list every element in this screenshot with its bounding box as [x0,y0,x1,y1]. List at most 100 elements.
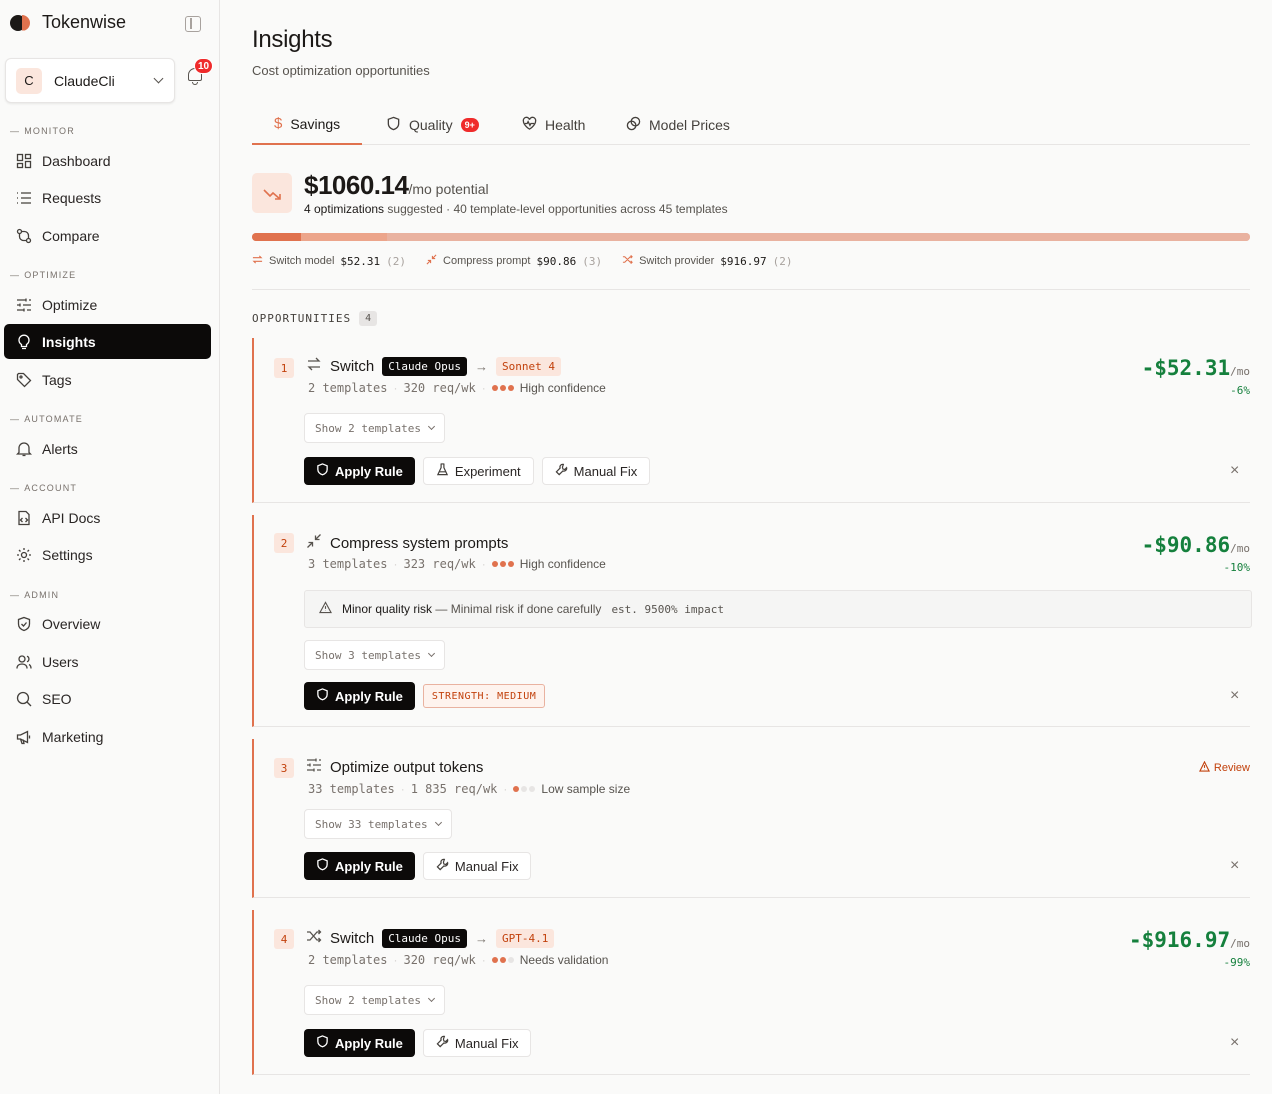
sidebar-item-settings[interactable]: Settings [4,537,211,572]
opportunity-title: Compress system prompts [306,533,508,553]
dismiss-icon[interactable]: × [1230,858,1242,874]
sidebar-item-marketing[interactable]: Marketing [4,719,211,754]
show-templates-label: Show 2 templates [315,421,421,435]
breakdown-amount: $916.97 [720,254,767,268]
savings-bar-segment [301,233,387,241]
dismiss-icon[interactable]: × [1230,1035,1242,1051]
nav-section-optimize: OPTIMIZE [10,270,76,280]
savings-amount: -$916.97/mo -99% [1129,928,1250,969]
show-templates-button[interactable]: Show 2 templates [304,985,445,1015]
manual-fix-button[interactable]: Manual Fix [541,457,651,485]
chevron-down-icon [427,422,436,430]
warning-icon [318,601,333,617]
account-avatar: C [16,67,42,94]
button-label: Apply Rule [335,1035,403,1051]
account-name: ClaudeCli [54,72,115,89]
sidebar-item-overview[interactable]: Overview [4,606,211,641]
savings-amount: $1060.14 [304,170,409,200]
requests-per-week: 1 835 req/wk [410,782,498,796]
sidebar-item-requests[interactable]: Requests [4,180,211,215]
show-templates-label: Show 33 templates [315,817,428,831]
apply-rule-button[interactable]: Apply Rule [304,852,415,880]
show-templates-button[interactable]: Show 2 templates [304,413,445,443]
breakdown-label: Switch model [269,255,335,267]
sidebar-item-insights[interactable]: Insights [4,324,211,359]
shield-icon [316,1035,329,1051]
sidebar-item-users[interactable]: Users [4,644,211,679]
collapse-sidebar-icon[interactable] [185,16,201,32]
apply-rule-button[interactable]: Apply Rule [304,1029,415,1057]
action-row: Apply Rule Experiment Manual Fix [304,457,651,485]
show-templates-button[interactable]: Show 33 templates [304,809,452,839]
breakdown-amount: $52.31 [340,254,381,268]
brand[interactable]: Tokenwise [10,12,126,33]
savings-breakdown: Switch model $52.31 (2) Compress prompt … [252,254,793,268]
button-label: Manual Fix [454,1035,519,1051]
opportunity-title-text: Switch [330,357,375,375]
manual-fix-button[interactable]: Manual Fix [422,852,532,880]
tab-quality[interactable]: Quality 9+ [386,104,479,145]
sidebar-item-label: Settings [42,546,93,563]
shield-icon [316,688,329,704]
shuffle-icon [622,254,633,268]
action-row: Apply Rule Manual Fix [304,852,532,880]
shield-icon [316,463,329,479]
megaphone-icon [16,729,32,745]
button-label: Apply Rule [335,463,403,479]
wrench-icon [436,1035,449,1051]
tab-model-prices[interactable]: Model Prices [626,104,730,145]
sidebar-item-dashboard[interactable]: Dashboard [4,143,211,178]
swap-icon [252,254,263,268]
action-row: Apply Rule STRENGTH: MEDIUM [304,682,546,710]
tab-health[interactable]: Health [522,104,585,145]
chevron-down-icon [427,994,436,1002]
confidence-label: Needs validation [519,953,609,967]
dismiss-icon[interactable]: × [1230,463,1242,479]
sidebar-item-compare[interactable]: Compare [4,218,211,253]
manual-fix-button[interactable]: Manual Fix [422,1029,532,1057]
confidence-label: High confidence [519,557,606,571]
sidebar-item-seo[interactable]: SEO [4,681,211,716]
from-model-chip: Claude Opus [382,356,468,376]
breakdown-label: Compress prompt [443,255,531,267]
sidebar-item-tags[interactable]: Tags [4,362,211,397]
confidence-label: Low sample size [541,782,631,796]
shield-icon [386,116,401,134]
requests-per-week: 320 req/wk [403,953,476,967]
sidebar-item-alerts[interactable]: Alerts [4,431,211,466]
show-templates-button[interactable]: Show 3 templates [304,640,445,670]
opportunity-number: 3 [274,758,294,778]
dismiss-icon[interactable]: × [1230,688,1242,704]
flask-icon [436,463,449,479]
minimize-icon [306,533,322,553]
experiment-button[interactable]: Experiment [422,457,534,485]
lightbulb-icon [16,334,32,350]
quality-risk-notice: Minor quality risk — Minimal risk if don… [304,590,1252,628]
sidebar-item-label: Insights [42,333,96,350]
amount-value: -$916.97 [1128,928,1231,952]
apply-rule-button[interactable]: Apply Rule [304,682,415,710]
sidebar-item-label: SEO [42,690,72,707]
confidence-dots [513,786,536,792]
sidebar-item-label: Dashboard [42,152,111,169]
quality-badge: 9+ [460,117,479,132]
breakdown-switch-model: Switch model $52.31 (2) [252,254,406,268]
apply-rule-button[interactable]: Apply Rule [304,457,415,485]
review-flag[interactable]: Review [1198,760,1250,775]
sidebar-item-label: Requests [42,189,102,206]
brand-logo-icon [10,14,30,32]
sidebar-item-optimize[interactable]: Optimize [4,287,211,322]
opportunity-meta: 3 templates · 323 req/wk · High confidence [308,557,606,571]
search-icon [16,691,32,707]
minimize-icon [426,254,437,268]
sidebar-item-api-docs[interactable]: API Docs [4,500,211,535]
breakdown-compress-prompt: Compress prompt $90.86 (3) [426,254,602,268]
button-label: Manual Fix [573,463,638,479]
breakdown-count: (2) [772,254,793,268]
savings-amount: -$52.31/mo -6% [1142,356,1250,397]
opportunity-meta: 2 templates · 320 req/wk · High confidence [308,381,606,395]
tab-savings[interactable]: $ Savings [252,104,363,145]
gear-icon [16,547,32,563]
amount-unit: /mo [1230,365,1250,378]
account-switcher[interactable]: C ClaudeCli [5,58,175,103]
